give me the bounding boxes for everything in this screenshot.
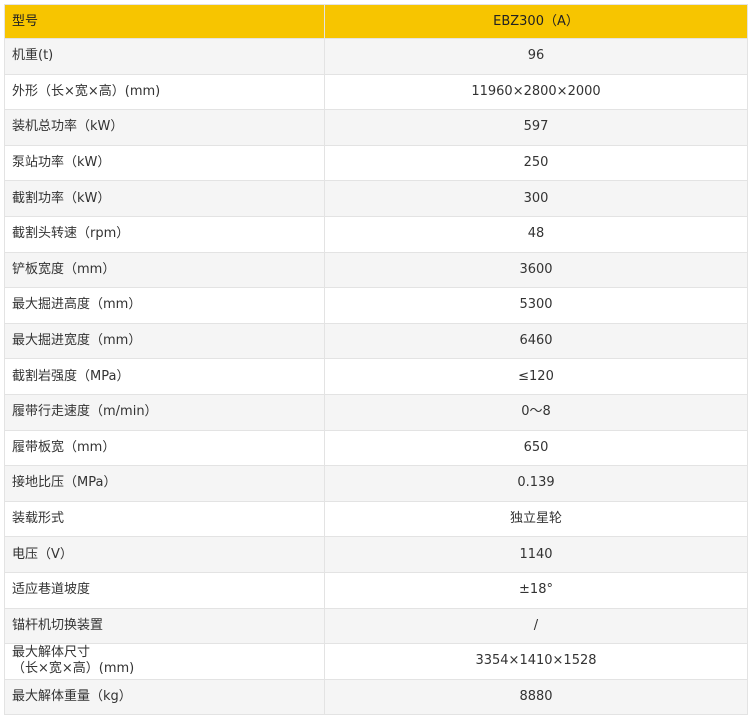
row-label: 截割头转速（rpm）	[4, 215, 325, 253]
row-value: 6460	[324, 322, 748, 360]
table-row: 最大掘进宽度（mm） 6460	[4, 322, 748, 360]
table-row: 最大掘进高度（mm） 5300	[4, 287, 748, 324]
row-label: 外形（长×宽×高）(mm)	[4, 73, 325, 111]
row-value: 250	[324, 144, 748, 182]
header-label-cell: 型号	[4, 4, 325, 39]
table-row: 履带板宽（mm） 650	[4, 429, 748, 467]
row-label-two-line: 最大解体尺寸 （长×宽×高）(mm)	[4, 643, 325, 680]
row-label: 机重(t)	[4, 38, 325, 75]
table-row: 外形（长×宽×高）(mm) 11960×2800×2000	[4, 73, 748, 111]
row-label: 截割岩强度（MPa）	[4, 358, 325, 395]
row-value: 11960×2800×2000	[324, 73, 748, 111]
row-value: 650	[324, 429, 748, 467]
row-label: 履带行走速度（m/min）	[4, 393, 325, 431]
row-value: 0～8	[324, 393, 748, 431]
table-row: 装机总功率（kW） 597	[4, 109, 748, 146]
row-label: 装机总功率（kW）	[4, 109, 325, 146]
table-row: 履带行走速度（m/min） 0～8	[4, 393, 748, 431]
table-row: 铲板宽度（mm） 3600	[4, 251, 748, 289]
row-label: 最大掘进高度（mm）	[4, 287, 325, 324]
row-value: 300	[324, 180, 748, 217]
row-value: ≤120	[324, 358, 748, 395]
table-header-row: 型号 EBZ300（A）	[4, 4, 748, 39]
header-model-cell: EBZ300（A）	[324, 4, 748, 39]
row-value: 597	[324, 109, 748, 146]
row-label: 泵站功率（kW）	[4, 144, 325, 182]
table-row: 适应巷道坡度 ±18°	[4, 571, 748, 609]
table-row: 锚杆机切换装置 /	[4, 607, 748, 645]
row-label-line-2: （长×宽×高）(mm)	[12, 661, 135, 677]
row-label: 接地比压（MPa）	[4, 465, 325, 502]
table-row: 机重(t) 96	[4, 38, 748, 75]
table-row: 截割功率（kW） 300	[4, 180, 748, 217]
row-label-line-1: 最大解体尺寸	[12, 645, 91, 661]
row-value: /	[324, 607, 748, 645]
row-value: 5300	[324, 287, 748, 324]
table-row: 截割头转速（rpm） 48	[4, 215, 748, 253]
row-value: 独立星轮	[324, 500, 748, 538]
table-row: 最大解体尺寸 （长×宽×高）(mm) 3354×1410×1528	[4, 643, 748, 680]
row-value: ±18°	[324, 571, 748, 609]
row-label: 锚杆机切换装置	[4, 607, 325, 645]
row-value: 48	[324, 215, 748, 253]
row-value: 0.139	[324, 465, 748, 502]
table-row: 装载形式 独立星轮	[4, 500, 748, 538]
row-label: 最大解体重量（kg）	[4, 678, 325, 716]
row-value: 3354×1410×1528	[324, 643, 748, 680]
row-label: 适应巷道坡度	[4, 571, 325, 609]
table-row: 泵站功率（kW） 250	[4, 144, 748, 182]
row-label: 电压（V）	[4, 536, 325, 573]
row-label: 最大掘进宽度（mm）	[4, 322, 325, 360]
table-row: 电压（V） 1140	[4, 536, 748, 573]
table-row: 接地比压（MPa） 0.139	[4, 465, 748, 502]
row-label: 截割功率（kW）	[4, 180, 325, 217]
table-row: 截割岩强度（MPa） ≤120	[4, 358, 748, 395]
row-value: 1140	[324, 536, 748, 573]
row-label: 装载形式	[4, 500, 325, 538]
row-label: 履带板宽（mm）	[4, 429, 325, 467]
row-value: 8880	[324, 678, 748, 716]
table-row: 最大解体重量（kg） 8880	[4, 678, 748, 716]
row-label: 铲板宽度（mm）	[4, 251, 325, 289]
spec-table: 型号 EBZ300（A） 机重(t) 96 外形（长×宽×高）(mm) 1196…	[4, 4, 748, 716]
row-value: 96	[324, 38, 748, 75]
row-value: 3600	[324, 251, 748, 289]
